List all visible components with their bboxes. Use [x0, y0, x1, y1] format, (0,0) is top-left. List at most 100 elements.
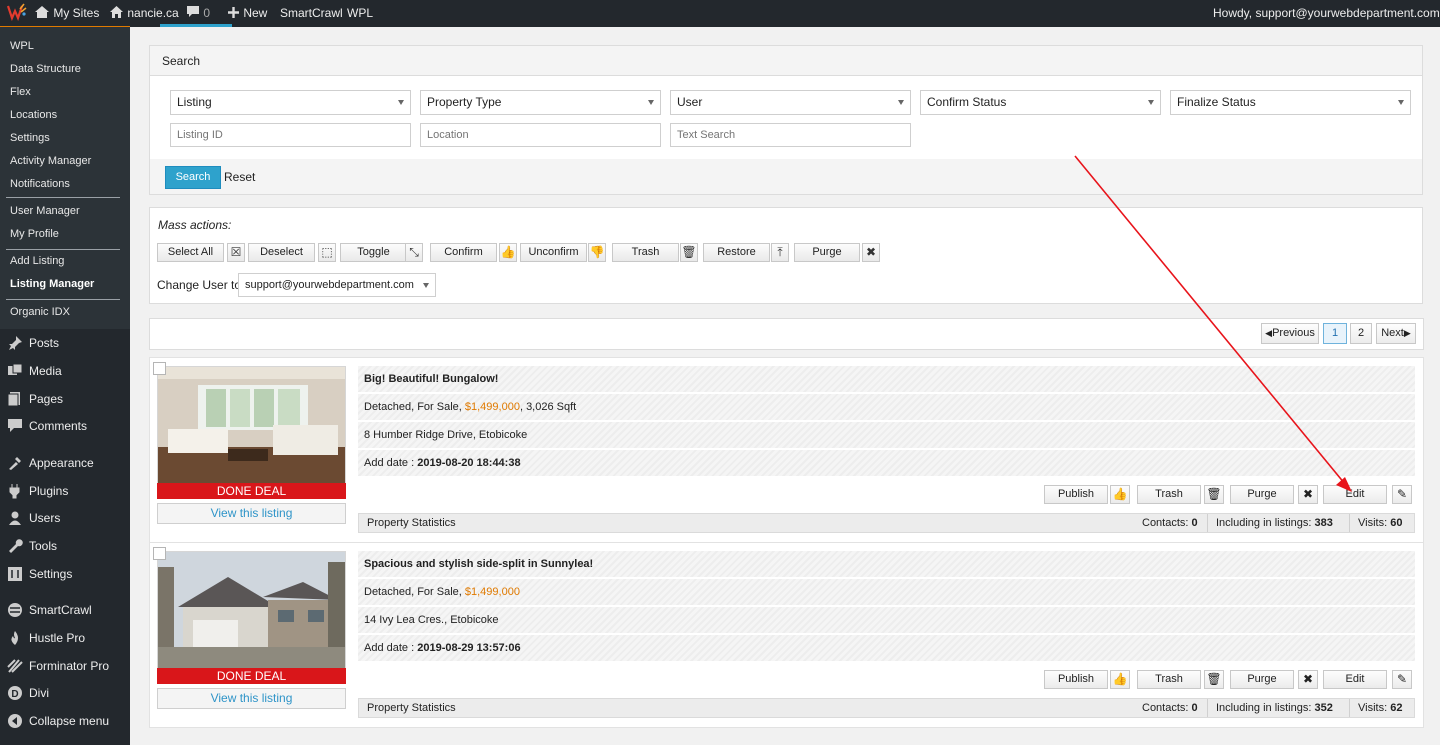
thumbs-up-icon[interactable]: 👍 — [499, 243, 517, 262]
sidebar-item-settings[interactable]: Settings — [7, 564, 72, 584]
edit-listing-button[interactable]: Edit — [1323, 485, 1387, 504]
toggle-button[interactable]: Toggle — [340, 243, 407, 262]
thumbs-up-icon[interactable]: 👍 — [1110, 485, 1130, 504]
listing-thumbnail[interactable] — [157, 366, 346, 486]
comments-menu[interactable]: 0 — [186, 0, 210, 27]
thumbs-down-icon[interactable]: 👎 — [588, 243, 606, 262]
sidebar-item-users[interactable]: Users — [7, 508, 60, 528]
trash-button[interactable]: Trash — [612, 243, 679, 262]
trash-listing-button[interactable]: Trash — [1137, 670, 1201, 689]
listing-address: 14 Ivy Lea Cres., Etobicoke — [358, 607, 1415, 633]
new-content-menu[interactable]: New — [227, 0, 267, 27]
deselect-button[interactable]: Deselect — [248, 243, 315, 262]
listing-checkbox[interactable] — [153, 547, 166, 560]
sidebar-user-item[interactable]: User Manager — [10, 205, 80, 217]
site-logo-icon[interactable] — [6, 0, 27, 27]
listing-title[interactable]: Big! Beautiful! Bungalow! — [358, 366, 1415, 392]
restore-icon[interactable]: ⤒ — [771, 243, 789, 262]
hustle-icon — [7, 630, 23, 646]
sidebar-sub-item[interactable]: Notifications — [10, 178, 70, 190]
page-2-button[interactable]: 2 — [1350, 323, 1372, 344]
sidebar-item-label: Pages — [29, 392, 64, 406]
text-search-input[interactable] — [670, 123, 911, 147]
sidebar-item-smartcrawl[interactable]: SmartCrawl — [7, 600, 92, 620]
sidebar-sub-item[interactable]: Settings — [10, 132, 50, 144]
status-badge: DONE DEAL — [157, 668, 346, 684]
sidebar-item-hustle-pro[interactable]: Hustle Pro — [7, 628, 85, 648]
select-all-button[interactable]: Select All — [157, 243, 224, 262]
listing-checkbox[interactable] — [153, 362, 166, 375]
change-user-label: Change User to — [157, 278, 242, 292]
close-icon[interactable]: ✖ — [1298, 485, 1318, 504]
sidebar-sub-item[interactable]: WPL — [10, 40, 34, 52]
sidebar-item-pages[interactable]: Pages — [7, 389, 63, 409]
smartcrawl-menu[interactable]: SmartCrawl — [280, 0, 343, 27]
close-icon[interactable]: ✖ — [1298, 670, 1318, 689]
wpl-menu[interactable]: WPL — [347, 0, 373, 27]
howdy-user-menu[interactable]: Howdy, support@yourwebdepartment.com — [1213, 0, 1440, 27]
purge-listing-button[interactable]: Purge — [1230, 485, 1294, 504]
sidebar-sub-item[interactable]: Activity Manager — [10, 155, 91, 167]
confirm-status-select[interactable]: Confirm Status — [920, 90, 1161, 115]
sidebar-user-item[interactable]: My Profile — [10, 228, 59, 240]
trash-listing-button[interactable]: Trash — [1137, 485, 1201, 504]
trash-icon[interactable]: 🗑 — [1204, 485, 1224, 504]
trash-icon[interactable]: 🗑 — [1204, 670, 1224, 689]
sidebar-item-posts[interactable]: Posts — [7, 333, 59, 353]
sidebar-sub-item[interactable]: Flex — [10, 86, 31, 98]
sidebar-item-media[interactable]: Media — [7, 361, 62, 381]
contacts-stat: Contacts: 0 — [1142, 702, 1198, 714]
purge-button[interactable]: Purge — [794, 243, 860, 262]
edit-icon[interactable]: ✎ — [1392, 485, 1412, 504]
site-name-menu[interactable]: nancie.ca — [109, 0, 179, 27]
toggle-icon[interactable]: ⤡ — [405, 243, 423, 262]
sidebar-item-appearance[interactable]: Appearance — [7, 453, 94, 473]
sidebar-sub-item[interactable]: Data Structure — [10, 63, 81, 75]
select-all-icon[interactable]: ☒ — [227, 243, 245, 262]
close-icon[interactable]: ✖ — [862, 243, 880, 262]
deselect-icon[interactable]: ⬚ — [318, 243, 336, 262]
user-select[interactable]: User — [670, 90, 911, 115]
next-page-button[interactable]: Next▶ — [1376, 323, 1416, 344]
sidebar-organic-idx[interactable]: Organic IDX — [10, 306, 70, 318]
unconfirm-button[interactable]: Unconfirm — [520, 243, 587, 262]
view-listing-link[interactable]: View this listing — [157, 503, 346, 524]
change-user-select[interactable]: support@yourwebdepartment.com — [238, 273, 436, 297]
location-input[interactable] — [420, 123, 661, 147]
sidebar-item-forminator-pro[interactable]: Forminator Pro — [7, 656, 109, 676]
sidebar-item-label: SmartCrawl — [29, 603, 92, 617]
finalize-status-select[interactable]: Finalize Status — [1170, 90, 1411, 115]
purge-listing-button[interactable]: Purge — [1230, 670, 1294, 689]
sidebar-sub-item[interactable]: Locations — [10, 109, 57, 121]
reset-button[interactable]: Reset — [224, 170, 255, 184]
restore-button[interactable]: Restore — [703, 243, 770, 262]
sidebar-item-plugins[interactable]: Plugins — [7, 481, 68, 501]
publish-listing-button[interactable]: Publish — [1044, 485, 1108, 504]
edit-listing-button[interactable]: Edit — [1323, 670, 1387, 689]
publish-listing-button[interactable]: Publish — [1044, 670, 1108, 689]
page-1-button[interactable]: 1 — [1323, 323, 1347, 344]
view-listing-link[interactable]: View this listing — [157, 688, 346, 709]
listing-id-input[interactable] — [170, 123, 411, 147]
sidebar-item-collapse-menu[interactable]: Collapse menu — [7, 711, 109, 731]
thumbs-up-icon[interactable]: 👍 — [1110, 670, 1130, 689]
sidebar-listing-item[interactable]: Listing Manager — [10, 278, 94, 290]
confirm-button[interactable]: Confirm — [430, 243, 497, 262]
my-sites-menu[interactable]: My Sites — [34, 0, 99, 27]
including-listings-stat: Including in listings: 383 — [1207, 514, 1341, 532]
sidebar-item-tools[interactable]: Tools — [7, 536, 57, 556]
site-name-label: nancie.ca — [127, 6, 179, 20]
sidebar-item-comments[interactable]: Comments — [7, 416, 87, 436]
listing-details: Detached, For Sale, $1,499,000 — [358, 579, 1415, 605]
listing-select[interactable]: Listing — [170, 90, 411, 115]
listing-thumbnail[interactable] — [157, 551, 346, 671]
sidebar-item-divi[interactable]: D Divi — [7, 683, 49, 703]
search-button[interactable]: Search — [165, 166, 221, 189]
sidebar-listing-item[interactable]: Add Listing — [10, 255, 64, 267]
sidebar-item-label: Users — [29, 511, 61, 525]
previous-page-button[interactable]: ◀Previous — [1261, 323, 1319, 344]
trash-icon[interactable]: 🗑 — [680, 243, 698, 262]
listing-title[interactable]: Spacious and stylish side-split in Sunny… — [358, 551, 1415, 577]
property-type-select[interactable]: Property Type — [420, 90, 661, 115]
edit-icon[interactable]: ✎ — [1392, 670, 1412, 689]
